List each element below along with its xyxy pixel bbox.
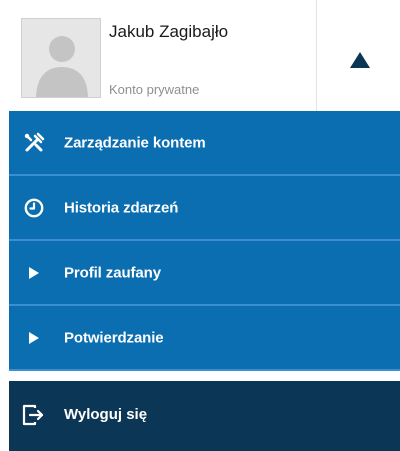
account-type-label: Konto prywatne <box>109 82 200 97</box>
triangle-up-icon <box>350 52 370 68</box>
user-header: Jakub Zagibajło Konto prywatne <box>9 0 400 111</box>
logout-label: Wyloguj się <box>64 406 148 423</box>
menu-item-event-history[interactable]: Historia zdarzeń <box>9 176 400 241</box>
menu-item-trusted-profile[interactable]: Profil zaufany <box>9 241 400 306</box>
play-arrow-icon <box>23 262 45 284</box>
tools-icon <box>23 132 45 154</box>
menu-item-label: Profil zaufany <box>64 264 161 281</box>
menu-item-label: Historia zdarzeń <box>64 199 179 216</box>
user-name: Jakub Zagibajło <box>109 22 229 41</box>
menu-item-account-management[interactable]: Zarządzanie kontem <box>9 111 400 176</box>
menu-item-label: Potwierdzanie <box>64 329 164 346</box>
logout-button[interactable]: Wyloguj się <box>9 381 400 451</box>
user-menu-panel: Jakub Zagibajło Konto prywatne Zarządzan… <box>0 0 400 451</box>
avatar-placeholder-icon <box>22 19 100 97</box>
play-arrow-icon <box>23 327 45 349</box>
collapse-menu-button[interactable] <box>317 0 400 111</box>
menu-item-label: Zarządzanie kontem <box>64 134 206 151</box>
account-menu: Zarządzanie kontem Historia zdarzeń Prof… <box>9 111 400 371</box>
clock-icon <box>23 197 45 219</box>
logout-icon <box>21 403 45 427</box>
menu-item-confirmation[interactable]: Potwierdzanie <box>9 306 400 371</box>
avatar <box>21 18 101 98</box>
